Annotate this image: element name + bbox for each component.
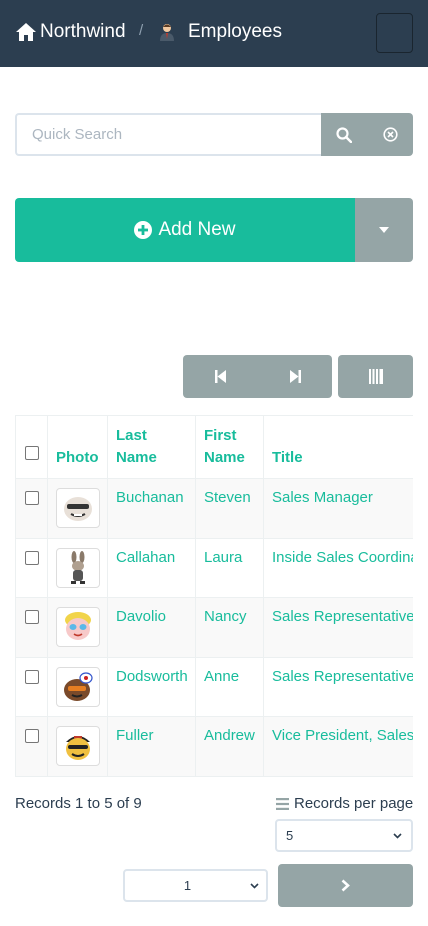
column-header-photo[interactable]: Photo [47, 415, 108, 479]
avatar-icon [71, 550, 85, 584]
clear-icon [382, 127, 398, 142]
column-header-title[interactable]: Title [263, 415, 413, 479]
title-cell[interactable]: Sales Representative [263, 597, 413, 658]
caret-down-icon [379, 227, 389, 233]
records-info: Records 1 to 5 of 9 [15, 795, 142, 812]
pager-button-group [183, 355, 332, 398]
first-name-cell[interactable]: Andrew [195, 716, 264, 777]
avatar-icon [65, 612, 91, 640]
table-row[interactable]: Davolio Nancy Sales Representative [15, 597, 413, 658]
chevron-down-icon [393, 832, 402, 839]
list-icon [276, 797, 289, 810]
breadcrumb-separator: / [139, 22, 144, 39]
row-select-cell [15, 716, 48, 777]
row-checkbox[interactable] [25, 729, 39, 743]
row-checkbox[interactable] [25, 550, 39, 565]
row-select-cell [15, 537, 48, 598]
last-name-cell[interactable]: Dodsworth [107, 656, 196, 717]
title-cell[interactable]: Inside Sales Coordinator [263, 537, 413, 598]
row-checkbox[interactable] [25, 491, 39, 505]
go-to-page-button[interactable] [278, 864, 413, 907]
records-per-page-text: Records per page [294, 795, 414, 812]
employee-photo [56, 488, 100, 528]
employee-photo [56, 666, 100, 707]
search-button-group [321, 113, 413, 156]
last-name-cell[interactable]: Buchanan [107, 478, 196, 539]
page-number-value: 1 [183, 878, 192, 893]
photo-cell [47, 716, 108, 777]
records-per-page-value: 5 [286, 828, 294, 843]
first-name-cell[interactable]: Anne [195, 656, 264, 717]
clear-search-button[interactable] [367, 113, 413, 156]
employee-photo [56, 607, 100, 647]
column-header-last-name[interactable]: Last Name [107, 415, 196, 479]
table-header-row: Photo Last Name First Name Title [15, 415, 413, 479]
last-name-cell[interactable]: Fuller [107, 716, 196, 777]
navbar-toggle-button[interactable] [376, 13, 413, 53]
breadcrumb-employees[interactable]: Employees [158, 18, 282, 46]
employee-photo [56, 547, 100, 588]
table-row[interactable]: Dodsworth Anne Sales Representative [15, 656, 413, 717]
select-all-cell [15, 415, 48, 479]
first-page-button[interactable] [183, 355, 257, 398]
last-name-cell[interactable]: Davolio [107, 597, 196, 658]
title-cell[interactable]: Vice President, Sales [263, 716, 413, 777]
add-button-group: Add New [15, 198, 413, 262]
avatar-icon [64, 497, 92, 521]
row-checkbox[interactable] [25, 669, 39, 684]
photo-cell [47, 478, 108, 539]
plus-circle-icon [134, 221, 153, 239]
row-select-cell [15, 597, 48, 658]
brand-link[interactable]: Northwind [15, 18, 126, 46]
column-header-first-name[interactable]: First Name [195, 415, 264, 479]
section-label: Employees [188, 21, 282, 42]
photo-cell [47, 597, 108, 658]
employees-table: Photo Last Name First Name Title Buchana… [15, 415, 413, 777]
employee-photo [56, 726, 100, 766]
select-all-checkbox[interactable] [25, 446, 39, 460]
first-name-cell[interactable]: Laura [195, 537, 264, 598]
quick-search-input[interactable] [15, 113, 321, 156]
chevron-down-icon [250, 882, 259, 889]
columns-icon [368, 369, 383, 384]
last-page-icon [289, 370, 301, 383]
add-new-label: Add New [158, 219, 236, 240]
employee-icon [160, 24, 174, 41]
quick-search [15, 113, 413, 156]
search-icon [336, 126, 352, 143]
employees-table-wrapper: Photo Last Name First Name Title Buchana… [15, 415, 413, 777]
add-new-button[interactable]: Add New [15, 198, 355, 262]
title-cell[interactable]: Sales Representative [263, 656, 413, 717]
row-checkbox[interactable] [25, 610, 39, 624]
last-name-cell[interactable]: Callahan [107, 537, 196, 598]
avatar-icon [66, 736, 90, 760]
records-per-page-select[interactable]: 5 [275, 819, 413, 852]
table-row[interactable]: Fuller Andrew Vice President, Sales [15, 716, 413, 777]
records-per-page-label: Records per page [276, 795, 413, 812]
photo-cell [47, 656, 108, 717]
first-name-cell[interactable]: Nancy [195, 597, 264, 658]
first-name-cell[interactable]: Steven [195, 478, 264, 539]
title-cell[interactable]: Sales Manager [263, 478, 413, 539]
photo-cell [47, 537, 108, 598]
first-page-icon [214, 370, 226, 383]
page-number-select[interactable]: 1 [123, 869, 268, 902]
avatar-icon [64, 671, 93, 701]
chevron-right-icon [341, 879, 350, 892]
search-button[interactable] [321, 113, 367, 156]
table-row[interactable]: Buchanan Steven Sales Manager [15, 478, 413, 539]
table-row[interactable]: Callahan Laura Inside Sales Coordinator [15, 537, 413, 598]
last-page-button[interactable] [258, 355, 332, 398]
add-dropdown-toggle[interactable] [355, 198, 413, 262]
navbar: Northwind / Employees [0, 0, 428, 67]
home-icon [16, 23, 36, 41]
brand-label: Northwind [40, 21, 126, 42]
row-select-cell [15, 656, 48, 717]
column-chooser-button[interactable] [338, 355, 413, 398]
row-select-cell [15, 478, 48, 539]
